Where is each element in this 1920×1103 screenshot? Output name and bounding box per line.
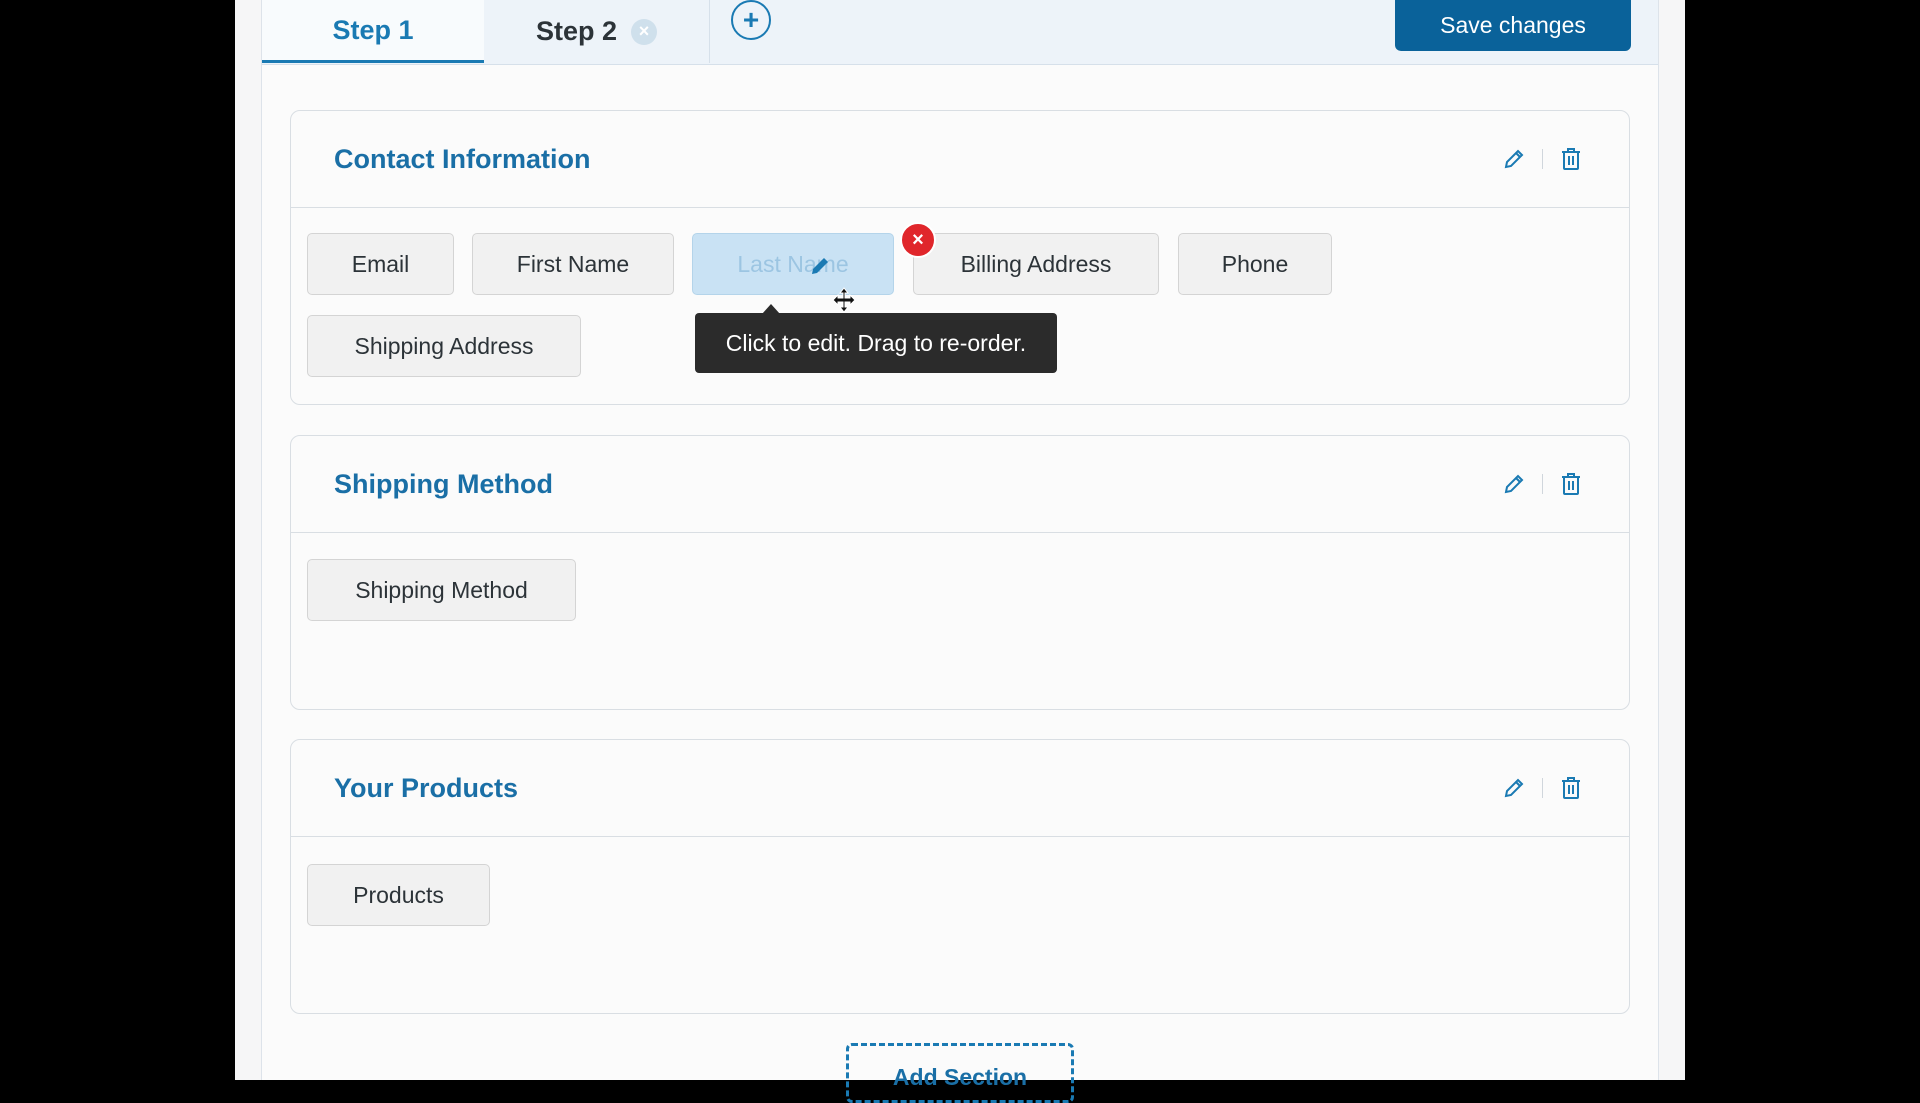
plus-icon: + bbox=[742, 4, 760, 35]
tab-step-2[interactable]: Step 2 × bbox=[484, 0, 710, 63]
field-billing-address[interactable]: Billing Address bbox=[913, 233, 1159, 295]
divider bbox=[1542, 149, 1543, 169]
remove-field-icon[interactable]: × bbox=[900, 222, 936, 258]
app-frame: Step 1 Step 2 × + Save changes Contact I… bbox=[235, 0, 1685, 1103]
tooltip: Click to edit. Drag to re-order. bbox=[695, 313, 1057, 373]
pencil-icon bbox=[808, 254, 832, 283]
field-shipping-address[interactable]: Shipping Address bbox=[307, 315, 581, 377]
field-phone[interactable]: Phone bbox=[1178, 233, 1332, 295]
section-title: Your Products bbox=[334, 772, 519, 803]
field-email[interactable]: Email bbox=[307, 233, 454, 295]
tab-label: Step 2 bbox=[535, 16, 618, 46]
trash-icon[interactable] bbox=[1557, 145, 1585, 173]
field-last-name[interactable]: Last Name bbox=[692, 233, 894, 295]
section-actions bbox=[1500, 436, 1585, 532]
pencil-icon[interactable] bbox=[1500, 774, 1528, 802]
section-header: Your Products bbox=[291, 740, 1629, 837]
pencil-icon[interactable] bbox=[1500, 145, 1528, 173]
divider bbox=[1542, 474, 1543, 494]
tab-step-1[interactable]: Step 1 bbox=[262, 0, 484, 63]
trash-icon[interactable] bbox=[1557, 470, 1585, 498]
section-header: Contact Information bbox=[291, 111, 1629, 208]
trash-icon[interactable] bbox=[1557, 774, 1585, 802]
divider bbox=[1542, 778, 1543, 798]
checkout-editor-panel: Step 1 Step 2 × + Save changes Contact I… bbox=[261, 0, 1659, 1103]
field-first-name[interactable]: First Name bbox=[472, 233, 674, 295]
section-title: Shipping Method bbox=[334, 468, 553, 499]
add-section-button[interactable]: Add Section bbox=[846, 1043, 1074, 1103]
section-title: Contact Information bbox=[334, 143, 591, 174]
field-shipping-method[interactable]: Shipping Method bbox=[307, 559, 576, 621]
section-actions bbox=[1500, 111, 1585, 207]
save-changes-button[interactable]: Save changes bbox=[1395, 0, 1631, 51]
field-products[interactable]: Products bbox=[307, 864, 490, 926]
section-header: Shipping Method bbox=[291, 436, 1629, 533]
add-step-button[interactable]: + bbox=[731, 0, 771, 40]
close-circle-icon[interactable]: × bbox=[631, 18, 658, 45]
step-tabbar: Step 1 Step 2 × + Save changes bbox=[262, 0, 1658, 65]
section-actions bbox=[1500, 740, 1585, 836]
pencil-icon[interactable] bbox=[1500, 470, 1528, 498]
tab-label: Step 1 bbox=[332, 14, 414, 45]
section-your-products: Your Products bbox=[290, 739, 1630, 1014]
